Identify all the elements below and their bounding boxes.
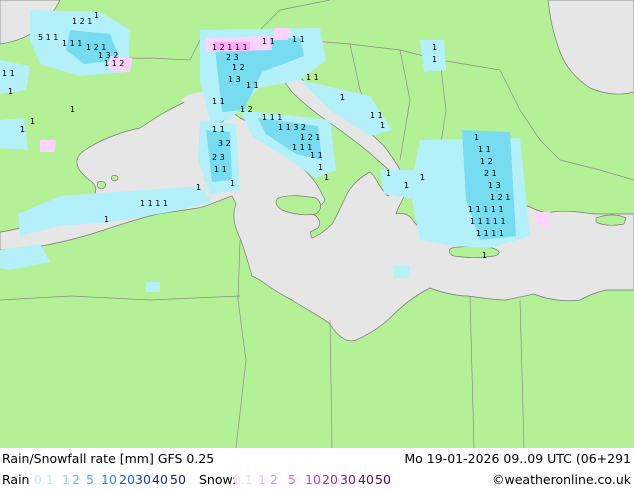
snow-legend-tick: 20 xyxy=(322,472,338,487)
svg-text:1 1: 1 1 xyxy=(262,37,275,46)
svg-text:1: 1 xyxy=(104,215,109,224)
svg-text:1 2 1: 1 2 1 xyxy=(72,17,92,26)
valid-time: Mo 19-01-2026 09..09 UTC (06+291 xyxy=(404,451,631,466)
svg-text:1 2 1: 1 2 1 xyxy=(300,133,320,142)
rain-legend-tick: 40 xyxy=(152,472,168,487)
svg-text:1 1: 1 1 xyxy=(310,151,323,160)
credit-link[interactable]: ©weatheronline.co.uk xyxy=(492,469,631,490)
title-row: Rain/Snowfall rate [mm] GFS 0.25 Mo 19-0… xyxy=(0,448,634,469)
svg-text:1: 1 xyxy=(196,183,201,192)
snow-legend-tick: 30 xyxy=(340,472,356,487)
map-title: Rain/Snowfall rate [mm] GFS 0.25 xyxy=(2,451,215,466)
svg-text:1 1: 1 1 xyxy=(478,145,491,154)
svg-text:1: 1 xyxy=(340,93,345,102)
rain-legend-tick: 2 xyxy=(72,472,80,487)
svg-text:1: 1 xyxy=(70,105,75,114)
svg-text:1: 1 xyxy=(380,121,385,130)
svg-text:1: 1 xyxy=(94,11,99,20)
svg-text:3 2: 3 2 xyxy=(218,139,231,148)
svg-text:1 3: 1 3 xyxy=(488,181,501,190)
snow-legend-tick: 1 xyxy=(258,472,266,487)
svg-text:1 3: 1 3 xyxy=(228,75,241,84)
svg-text:1: 1 xyxy=(20,125,25,134)
rain-legend-tick: 50 xyxy=(170,472,186,487)
snow-legend-tick: 0.1 xyxy=(233,472,253,487)
svg-text:1: 1 xyxy=(324,173,329,182)
svg-text:1 2 1: 1 2 1 xyxy=(490,193,510,202)
svg-text:1 1 1 1 1: 1 1 1 1 1 xyxy=(470,217,506,226)
svg-text:1 1: 1 1 xyxy=(246,81,259,90)
svg-text:1 1: 1 1 xyxy=(306,73,319,82)
rain-legend-label: Rain xyxy=(2,472,30,487)
svg-text:1 1: 1 1 xyxy=(212,125,225,134)
svg-text:1: 1 xyxy=(230,179,235,188)
svg-text:1 1 3 2: 1 1 3 2 xyxy=(278,123,306,132)
svg-text:1: 1 xyxy=(8,87,13,96)
svg-text:1: 1 xyxy=(474,133,479,142)
rain-legend-tick: 20 xyxy=(119,472,135,487)
legend-row: Rain 0.1 1 2 5 10 20 30 40 50 Snow: 0.1 1 2 5 10 20 30… xyxy=(0,469,634,490)
svg-text:2 1: 2 1 xyxy=(484,169,497,178)
svg-text:5 1 1: 5 1 1 xyxy=(38,33,58,42)
svg-text:1 1: 1 1 xyxy=(214,165,227,174)
crete xyxy=(448,246,500,258)
svg-text:1: 1 xyxy=(30,117,35,126)
precipitation-map: 1 2 11 5 1 11 1 1 1 2 11 3 2 1 1 21 1 11… xyxy=(0,0,634,448)
svg-text:1 1 1 1: 1 1 1 1 xyxy=(140,199,168,208)
snow-legend-label: Snow: xyxy=(199,472,237,487)
rain-legend-tick: 10 xyxy=(101,472,117,487)
svg-text:1 1: 1 1 xyxy=(370,111,383,120)
svg-text:1 2: 1 2 xyxy=(240,105,253,114)
svg-text:1: 1 xyxy=(404,181,409,190)
svg-text:1: 1 xyxy=(432,55,437,64)
legend-footer: Rain/Snowfall rate [mm] GFS 0.25 Mo 19-0… xyxy=(0,448,634,490)
svg-text:1 1: 1 1 xyxy=(2,69,15,78)
svg-text:1 2 1 1 1: 1 2 1 1 1 xyxy=(212,43,248,52)
rain-legend-tick: 30 xyxy=(135,472,151,487)
svg-text:1: 1 xyxy=(386,169,391,178)
svg-text:1 1 1: 1 1 1 xyxy=(62,39,82,48)
rain-legend-tick: 0.1 xyxy=(34,472,54,487)
snow-legend-tick: 2 xyxy=(270,472,278,487)
svg-text:1: 1 xyxy=(318,163,323,172)
svg-text:1 1 1 1: 1 1 1 1 xyxy=(476,229,504,238)
snow-legend-tick: 40 xyxy=(358,472,374,487)
svg-text:1 1 1 1 1: 1 1 1 1 1 xyxy=(468,205,504,214)
svg-text:1 1 1: 1 1 1 xyxy=(262,113,282,122)
svg-text:1 1: 1 1 xyxy=(292,35,305,44)
rain-legend-tick: 5 xyxy=(86,472,94,487)
svg-text:2 3: 2 3 xyxy=(226,53,239,62)
snow-legend-tick: 10 xyxy=(305,472,321,487)
svg-text:1: 1 xyxy=(432,43,437,52)
svg-text:1 2: 1 2 xyxy=(480,157,493,166)
rain-legend-tick: 1 xyxy=(62,472,70,487)
snow-legend-tick: 5 xyxy=(288,472,296,487)
svg-text:1 1: 1 1 xyxy=(212,97,225,106)
svg-text:2 3: 2 3 xyxy=(212,153,225,162)
svg-text:1 2: 1 2 xyxy=(232,63,245,72)
svg-text:1: 1 xyxy=(482,251,487,260)
svg-text:1: 1 xyxy=(420,173,425,182)
snow-legend-tick: 50 xyxy=(375,472,391,487)
cyprus xyxy=(595,214,627,226)
svg-text:1 1 2: 1 1 2 xyxy=(104,59,124,68)
